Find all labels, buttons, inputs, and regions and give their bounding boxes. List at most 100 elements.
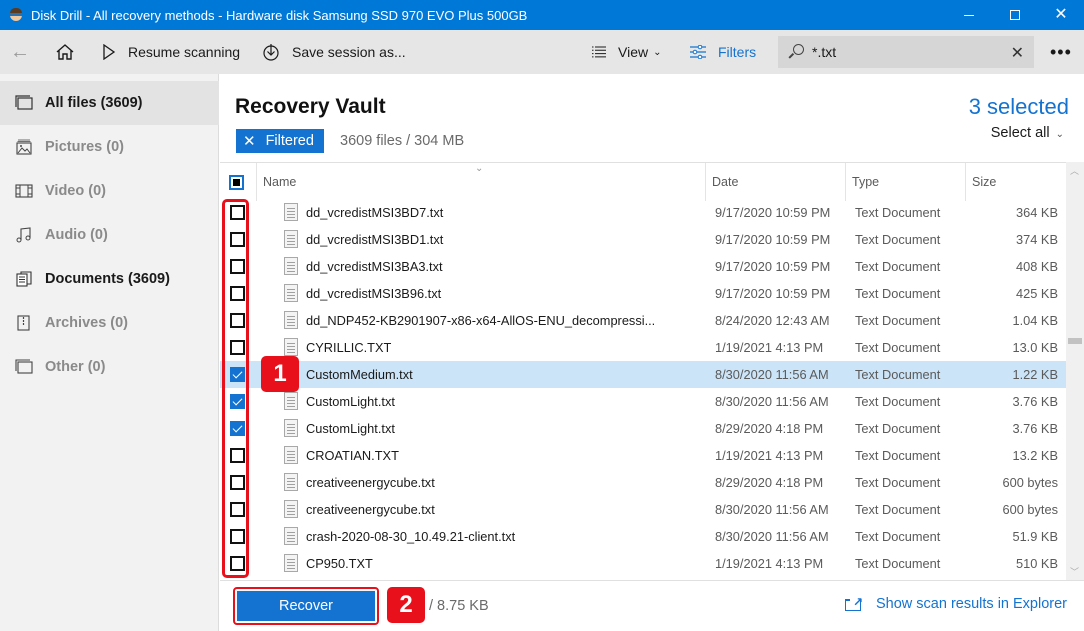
filters-label: Filters (718, 44, 757, 60)
download-icon (263, 44, 279, 61)
save-session-button[interactable]: Save session as... (262, 30, 406, 74)
annotation-badge-1: 1 (261, 356, 299, 392)
minimize-button[interactable] (946, 0, 992, 30)
file-row[interactable]: dd_vcredistMSI3B96.txt 9/17/2020 10:59 PM… (220, 280, 1066, 307)
sidebar-item-pictures[interactable]: Pictures (0) (0, 125, 219, 169)
file-date: 8/30/2020 11:56 AM (715, 529, 829, 544)
scroll-down-icon[interactable]: ﹀ (1070, 565, 1079, 578)
column-header-type[interactable]: Type (845, 163, 965, 201)
file-size: 13.2 KB (1012, 448, 1058, 463)
file-row[interactable]: dd_vcredistMSI3BD7.txt 9/17/2020 10:59 PM… (220, 199, 1066, 226)
column-header-date[interactable]: Date (705, 163, 845, 201)
show-in-explorer-link[interactable]: ↗ Show scan results in Explorer (845, 596, 1067, 612)
file-row[interactable]: dd_vcredistMSI3BA3.txt 9/17/2020 10:59 PM… (220, 253, 1066, 280)
file-name: creativeenergycube.txt (306, 475, 435, 490)
file-name: dd_NDP452-KB2901907-x86-x64-AllOS-ENU_de… (306, 313, 656, 328)
toolbar: ← Resume scanning Save session as... Vie… (0, 30, 1084, 74)
file-type: Text Document (855, 448, 941, 463)
file-name: dd_vcredistMSI3BD1.txt (306, 232, 444, 247)
file-row[interactable]: dd_NDP452-KB2901907-x86-x64-AllOS-ENU_de… (220, 307, 1066, 334)
resume-scanning-button[interactable]: Resume scanning (102, 30, 240, 74)
vertical-scrollbar[interactable]: ︿ ﹀ (1066, 162, 1084, 580)
file-size: 374 KB (1016, 232, 1058, 247)
text-file-icon (284, 446, 298, 464)
filtered-badge[interactable]: ✕ Filtered (236, 129, 324, 153)
sidebar-item-archives[interactable]: Archives (0) (0, 301, 219, 345)
file-summary: 3609 files / 304 MB (340, 133, 465, 149)
filters-sliders-icon (690, 45, 706, 59)
chevron-down-icon: ⌄ (1055, 129, 1064, 140)
sidebar-item-all-files[interactable]: All files (3609) (0, 81, 219, 125)
file-name: CustomLight.txt (306, 421, 395, 436)
column-header-name[interactable]: Name (256, 163, 705, 201)
file-row[interactable]: creativeenergycube.txt 8/29/2020 4:18 PM T… (220, 469, 1066, 496)
search-box[interactable]: ✕ (778, 36, 1034, 68)
select-all-label: Select all (990, 125, 1050, 141)
file-size: 600 bytes (1002, 475, 1059, 490)
file-row[interactable]: CustomLight.txt 8/30/2020 11:56 AM Text Do… (220, 388, 1066, 415)
sidebar-item-documents[interactable]: Documents (3609) (0, 257, 219, 301)
sidebar-item-video[interactable]: Video (0) (0, 169, 219, 213)
select-all-dropdown[interactable]: Select all ⌄ (991, 125, 1064, 141)
file-type: Text Document (855, 367, 941, 382)
file-row[interactable]: crash-2020-08-30_10.49.21-client.txt 8/30… (220, 523, 1066, 550)
table-header: ⌄ Name Date Type Size (220, 162, 1066, 201)
file-row[interactable]: CustomMedium.txt 8/30/2020 11:56 AM Text D… (220, 361, 1066, 388)
file-type: Text Document (855, 205, 941, 220)
file-type: Text Document (855, 340, 941, 355)
file-size: 510 KB (1016, 556, 1058, 571)
file-row[interactable]: dd_vcredistMSI3BD1.txt 9/17/2020 10:59 PM… (220, 226, 1066, 253)
text-file-icon (284, 284, 298, 302)
file-type: Text Document (855, 421, 941, 436)
page-title: Recovery Vault (235, 95, 386, 118)
chevron-down-icon: ⌄ (653, 46, 662, 58)
file-size: 1.04 KB (1012, 313, 1058, 328)
sidebar-item-label: Other (0) (45, 359, 106, 375)
documents-icon (16, 271, 32, 287)
file-row[interactable]: CROATIAN.TXT 1/19/2021 4:13 PM Text Docume… (220, 442, 1066, 469)
select-all-checkbox[interactable] (229, 175, 244, 190)
play-icon (103, 44, 116, 60)
file-row[interactable]: CP950.TXT 1/19/2021 4:13 PM Text Document 5… (220, 550, 1066, 577)
view-menu-button[interactable]: View ⌄ (592, 30, 661, 74)
more-options-button[interactable]: ••• (1050, 30, 1072, 74)
file-name: CustomMedium.txt (306, 367, 413, 382)
sidebar-item-label: Video (0) (45, 183, 106, 199)
file-name: CP950.TXT (306, 556, 373, 571)
sidebar-item-audio[interactable]: Audio (0) (0, 213, 219, 257)
file-name: crash-2020-08-30_10.49.21-client.txt (306, 529, 516, 544)
title-bar: Disk Drill - All recovery methods - Hard… (0, 0, 1084, 30)
file-name: CYRILLIC.TXT (306, 340, 392, 355)
sidebar-item-other[interactable]: Other (0) (0, 345, 219, 389)
file-row[interactable]: CustomLight.txt 8/29/2020 4:18 PM Text Doc… (220, 415, 1066, 442)
file-size: 408 KB (1016, 259, 1058, 274)
back-button[interactable]: ← (10, 30, 34, 74)
file-date: 8/24/2020 12:43 AM (715, 313, 830, 328)
open-external-icon: ↗ (845, 596, 863, 612)
clear-search-icon[interactable]: ✕ (1011, 43, 1024, 63)
file-date: 8/29/2020 4:18 PM (715, 421, 824, 436)
file-date: 9/17/2020 10:59 PM (715, 205, 831, 220)
archive-zip-icon (17, 315, 30, 331)
filters-button[interactable]: Filters (690, 30, 756, 74)
scroll-up-icon[interactable]: ︿ (1070, 164, 1079, 177)
remove-filter-icon[interactable]: ✕ (243, 132, 256, 150)
file-date: 1/19/2021 4:13 PM (715, 340, 824, 355)
text-file-icon (284, 203, 298, 221)
file-type: Text Document (855, 232, 941, 247)
annotation-highlight-checkboxes (222, 199, 249, 578)
recover-size: / 8.75 KB (429, 598, 489, 614)
search-input[interactable] (812, 44, 1002, 60)
file-row[interactable]: creativeenergycube.txt 8/30/2020 11:56 AM… (220, 496, 1066, 523)
text-file-icon (284, 392, 298, 410)
maximize-button[interactable] (992, 0, 1038, 30)
file-row[interactable]: CYRILLIC.TXT 1/19/2021 4:13 PM Text Docume… (220, 334, 1066, 361)
home-button[interactable] (55, 30, 77, 74)
scrollbar-thumb[interactable] (1068, 338, 1082, 344)
file-name: CROATIAN.TXT (306, 448, 399, 463)
file-type: Text Document (855, 529, 941, 544)
close-window-button[interactable]: ✕ (1038, 0, 1084, 30)
column-header-size[interactable]: Size (965, 163, 1066, 201)
recover-button[interactable]: Recover (233, 587, 379, 625)
file-name: dd_vcredistMSI3B96.txt (306, 286, 442, 301)
